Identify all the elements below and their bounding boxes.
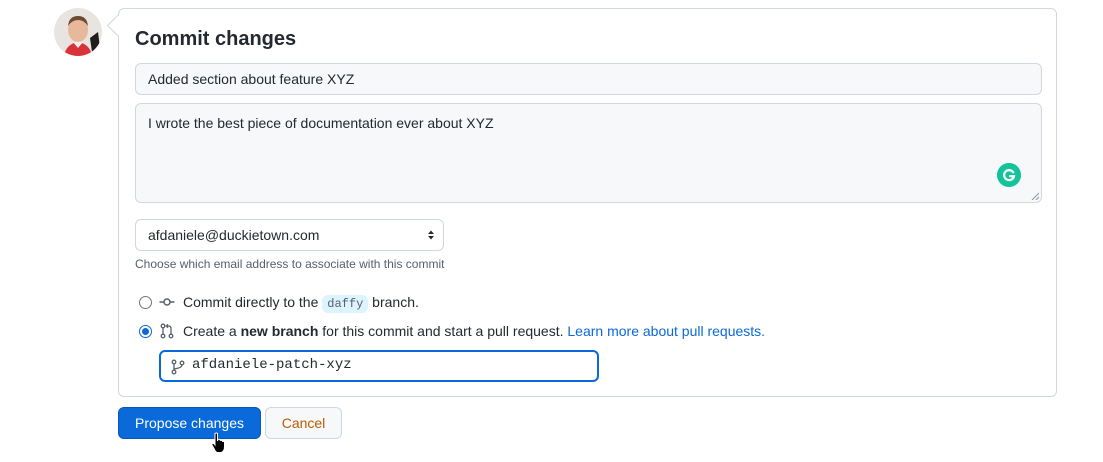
propose-changes-button[interactable]: Propose changes bbox=[118, 407, 261, 439]
commit-directly-suffix: branch. bbox=[372, 294, 419, 310]
commit-description-textarea[interactable]: I wrote the best piece of documentation … bbox=[135, 103, 1042, 203]
avatar[interactable] bbox=[54, 8, 102, 56]
git-branch-icon bbox=[171, 359, 185, 375]
cancel-button[interactable]: Cancel bbox=[265, 407, 342, 439]
new-branch-label[interactable]: Create a new branch for this commit and … bbox=[183, 323, 765, 339]
branch-name-input[interactable]: afdaniele-patch-xyz bbox=[159, 350, 599, 382]
git-pull-request-icon bbox=[160, 323, 174, 339]
learn-more-link[interactable]: Learn more about pull requests. bbox=[567, 323, 765, 339]
git-commit-icon bbox=[159, 298, 175, 306]
email-hint: Choose which email address to associate … bbox=[135, 257, 445, 271]
commit-directly-prefix: Commit directly to the bbox=[183, 294, 319, 310]
new-branch-prefix: Create a bbox=[183, 323, 237, 339]
branch-name-value: afdaniele-patch-xyz bbox=[192, 357, 352, 373]
commit-directly-radio[interactable] bbox=[139, 296, 152, 309]
commit-summary-input[interactable]: Added section about feature XYZ bbox=[135, 63, 1042, 95]
user-avatar-icon bbox=[54, 8, 102, 56]
grammarly-icon[interactable] bbox=[997, 163, 1021, 187]
resize-handle-icon[interactable] bbox=[1031, 192, 1039, 200]
hand-pointer-cursor bbox=[211, 432, 225, 453]
email-select-value: afdaniele@duckietown.com bbox=[148, 227, 320, 243]
new-branch-radio[interactable] bbox=[139, 325, 152, 338]
new-branch-suffix: for this commit and start a pull request… bbox=[322, 323, 564, 339]
commit-directly-label[interactable]: Commit directly to the daffy branch. bbox=[183, 294, 419, 313]
current-branch-code: daffy bbox=[322, 295, 369, 313]
panel-title: Commit changes bbox=[135, 28, 297, 50]
new-branch-bold: new branch bbox=[240, 323, 319, 339]
select-arrows-icon bbox=[428, 230, 434, 240]
email-select[interactable]: afdaniele@duckietown.com bbox=[135, 219, 444, 251]
